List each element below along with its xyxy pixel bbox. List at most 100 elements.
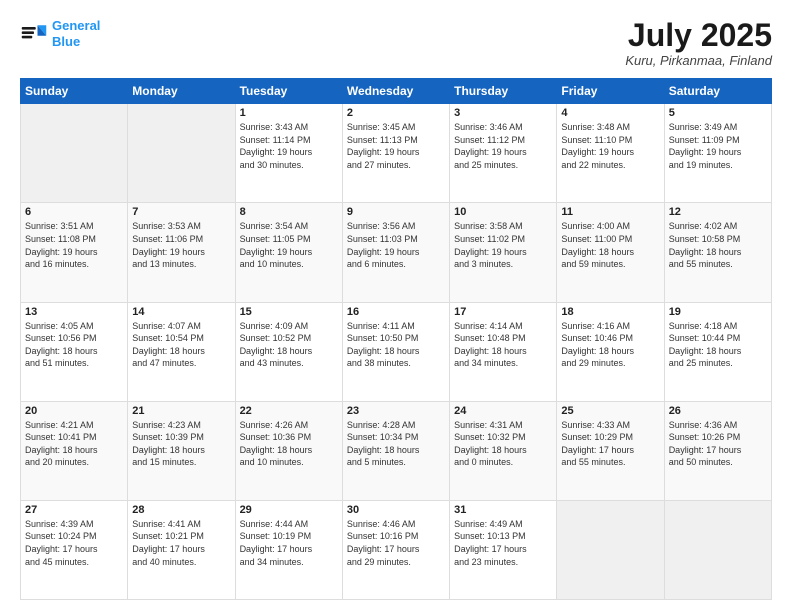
day-info: Sunrise: 4:46 AM Sunset: 10:16 PM Daylig…	[347, 518, 445, 568]
day-info: Sunrise: 4:16 AM Sunset: 10:46 PM Daylig…	[561, 320, 659, 370]
calendar-cell: 2Sunrise: 3:45 AM Sunset: 11:13 PM Dayli…	[342, 104, 449, 203]
calendar-title: July 2025	[625, 18, 772, 53]
day-info: Sunrise: 3:43 AM Sunset: 11:14 PM Daylig…	[240, 121, 338, 171]
calendar-cell: 3 Sunrise: 3:46 AM Sunset: 11:12 PM Dayli…	[450, 104, 557, 203]
day-info: Sunrise: 4:26 AM Sunset: 10:36 PM Daylig…	[240, 419, 338, 469]
day-number: 5	[669, 107, 767, 119]
day-info: Sunrise: 4:49 AM Sunset: 10:13 PM Daylig…	[454, 518, 552, 568]
day-info: Sunrise: 4:44 AM Sunset: 10:19 PM Daylig…	[240, 518, 338, 568]
day-number: 12	[669, 206, 767, 218]
day-number: 22	[240, 405, 338, 417]
day-info: Sunrise: 4:07 AM Sunset: 10:54 PM Daylig…	[132, 320, 230, 370]
day-info: Sunrise: 4:11 AM Sunset: 10:50 PM Daylig…	[347, 320, 445, 370]
calendar-cell	[664, 500, 771, 599]
day-number: 11	[561, 206, 659, 218]
day-number: 26	[669, 405, 767, 417]
weekday-header-tuesday: Tuesday	[235, 79, 342, 104]
day-number: 14	[132, 306, 230, 318]
day-info: Sunrise: 4:33 AM Sunset: 10:29 PM Daylig…	[561, 419, 659, 469]
calendar-cell: 17 Sunrise: 4:14 AM Sunset: 10:48 PM Dayl…	[450, 302, 557, 401]
calendar-cell	[21, 104, 128, 203]
day-info: Sunrise: 4:41 AM Sunset: 10:21 PM Daylig…	[132, 518, 230, 568]
day-info: Sunrise: 4:36 AM Sunset: 10:26 PM Daylig…	[669, 419, 767, 469]
day-info: Sunrise: 4:28 AM Sunset: 10:34 PM Daylig…	[347, 419, 445, 469]
calendar-cell: 8 Sunrise: 3:54 AM Sunset: 11:05 PM Dayli…	[235, 203, 342, 302]
day-number: 16	[347, 306, 445, 318]
calendar-cell: 7 Sunrise: 3:53 AM Sunset: 11:06 PM Dayli…	[128, 203, 235, 302]
day-number: 7	[132, 206, 230, 218]
calendar-subtitle: Kuru, Pirkanmaa, Finland	[625, 53, 772, 68]
day-number: 15	[240, 306, 338, 318]
logo-icon	[20, 20, 48, 48]
calendar-cell: 19 Sunrise: 4:18 AM Sunset: 10:44 PM Dayl…	[664, 302, 771, 401]
calendar-cell: 16 Sunrise: 4:11 AM Sunset: 10:50 PM Dayl…	[342, 302, 449, 401]
day-number: 13	[25, 306, 123, 318]
weekday-header-row: SundayMondayTuesdayWednesdayThursdayFrid…	[21, 79, 772, 104]
weekday-header-sunday: Sunday	[21, 79, 128, 104]
day-info: Sunrise: 4:02 AM Sunset: 10:58 PM Daylig…	[669, 220, 767, 270]
day-info: Sunrise: 3:45 AM Sunset: 11:13 PM Daylig…	[347, 121, 445, 171]
calendar-cell: 13 Sunrise: 4:05 AM Sunset: 10:56 PM Dayl…	[21, 302, 128, 401]
day-number: 3	[454, 107, 552, 119]
calendar-cell: 26 Sunrise: 4:36 AM Sunset: 10:26 PM Dayl…	[664, 401, 771, 500]
day-number: 21	[132, 405, 230, 417]
calendar-cell: 22 Sunrise: 4:26 AM Sunset: 10:36 PM Dayl…	[235, 401, 342, 500]
day-info: Sunrise: 3:51 AM Sunset: 11:08 PM Daylig…	[25, 220, 123, 270]
day-info: Sunrise: 4:05 AM Sunset: 10:56 PM Daylig…	[25, 320, 123, 370]
calendar-cell: 31Sunrise: 4:49 AM Sunset: 10:13 PM Dayl…	[450, 500, 557, 599]
calendar-cell: 5 Sunrise: 3:49 AM Sunset: 11:09 PM Dayli…	[664, 104, 771, 203]
calendar-cell: 4 Sunrise: 3:48 AM Sunset: 11:10 PM Dayli…	[557, 104, 664, 203]
day-number: 23	[347, 405, 445, 417]
calendar-cell: 14 Sunrise: 4:07 AM Sunset: 10:54 PM Dayl…	[128, 302, 235, 401]
day-number: 28	[132, 504, 230, 516]
calendar-cell: 6Sunrise: 3:51 AM Sunset: 11:08 PM Dayli…	[21, 203, 128, 302]
calendar-cell: 20Sunrise: 4:21 AM Sunset: 10:41 PM Dayl…	[21, 401, 128, 500]
page: General Blue July 2025 Kuru, Pirkanmaa, …	[0, 0, 792, 612]
day-info: Sunrise: 4:31 AM Sunset: 10:32 PM Daylig…	[454, 419, 552, 469]
day-info: Sunrise: 4:18 AM Sunset: 10:44 PM Daylig…	[669, 320, 767, 370]
calendar-cell: 25 Sunrise: 4:33 AM Sunset: 10:29 PM Dayl…	[557, 401, 664, 500]
day-info: Sunrise: 4:00 AM Sunset: 11:00 PM Daylig…	[561, 220, 659, 270]
day-number: 19	[669, 306, 767, 318]
calendar-cell: 11 Sunrise: 4:00 AM Sunset: 11:00 PM Dayl…	[557, 203, 664, 302]
day-number: 10	[454, 206, 552, 218]
calendar-cell: 9Sunrise: 3:56 AM Sunset: 11:03 PM Dayli…	[342, 203, 449, 302]
weekday-header-friday: Friday	[557, 79, 664, 104]
day-info: Sunrise: 4:14 AM Sunset: 10:48 PM Daylig…	[454, 320, 552, 370]
calendar-cell: 23 Sunrise: 4:28 AM Sunset: 10:34 PM Dayl…	[342, 401, 449, 500]
day-info: Sunrise: 3:58 AM Sunset: 11:02 PM Daylig…	[454, 220, 552, 270]
calendar-cell: 24 Sunrise: 4:31 AM Sunset: 10:32 PM Dayl…	[450, 401, 557, 500]
day-info: Sunrise: 3:54 AM Sunset: 11:05 PM Daylig…	[240, 220, 338, 270]
weekday-header-monday: Monday	[128, 79, 235, 104]
day-number: 18	[561, 306, 659, 318]
calendar-cell: 18 Sunrise: 4:16 AM Sunset: 10:46 PM Dayl…	[557, 302, 664, 401]
day-number: 27	[25, 504, 123, 516]
week-row-4: 20Sunrise: 4:21 AM Sunset: 10:41 PM Dayl…	[21, 401, 772, 500]
calendar-cell	[557, 500, 664, 599]
day-number: 17	[454, 306, 552, 318]
calendar-cell: 10 Sunrise: 3:58 AM Sunset: 11:02 PM Dayl…	[450, 203, 557, 302]
day-info: Sunrise: 3:48 AM Sunset: 11:10 PM Daylig…	[561, 121, 659, 171]
calendar-cell: 27Sunrise: 4:39 AM Sunset: 10:24 PM Dayl…	[21, 500, 128, 599]
calendar-cell	[128, 104, 235, 203]
day-number: 8	[240, 206, 338, 218]
day-number: 25	[561, 405, 659, 417]
logo-text: General Blue	[52, 18, 100, 49]
day-number: 4	[561, 107, 659, 119]
day-number: 24	[454, 405, 552, 417]
day-info: Sunrise: 3:53 AM Sunset: 11:06 PM Daylig…	[132, 220, 230, 270]
day-info: Sunrise: 4:09 AM Sunset: 10:52 PM Daylig…	[240, 320, 338, 370]
week-row-5: 27Sunrise: 4:39 AM Sunset: 10:24 PM Dayl…	[21, 500, 772, 599]
weekday-header-saturday: Saturday	[664, 79, 771, 104]
day-info: Sunrise: 3:49 AM Sunset: 11:09 PM Daylig…	[669, 121, 767, 171]
day-number: 30	[347, 504, 445, 516]
calendar-cell: 21Sunrise: 4:23 AM Sunset: 10:39 PM Dayl…	[128, 401, 235, 500]
week-row-1: 1Sunrise: 3:43 AM Sunset: 11:14 PM Dayli…	[21, 104, 772, 203]
day-info: Sunrise: 3:46 AM Sunset: 11:12 PM Daylig…	[454, 121, 552, 171]
title-block: July 2025 Kuru, Pirkanmaa, Finland	[625, 18, 772, 68]
calendar-cell: 1Sunrise: 3:43 AM Sunset: 11:14 PM Dayli…	[235, 104, 342, 203]
calendar-cell: 12 Sunrise: 4:02 AM Sunset: 10:58 PM Dayl…	[664, 203, 771, 302]
day-info: Sunrise: 4:21 AM Sunset: 10:41 PM Daylig…	[25, 419, 123, 469]
week-row-3: 13 Sunrise: 4:05 AM Sunset: 10:56 PM Dayl…	[21, 302, 772, 401]
week-row-2: 6Sunrise: 3:51 AM Sunset: 11:08 PM Dayli…	[21, 203, 772, 302]
